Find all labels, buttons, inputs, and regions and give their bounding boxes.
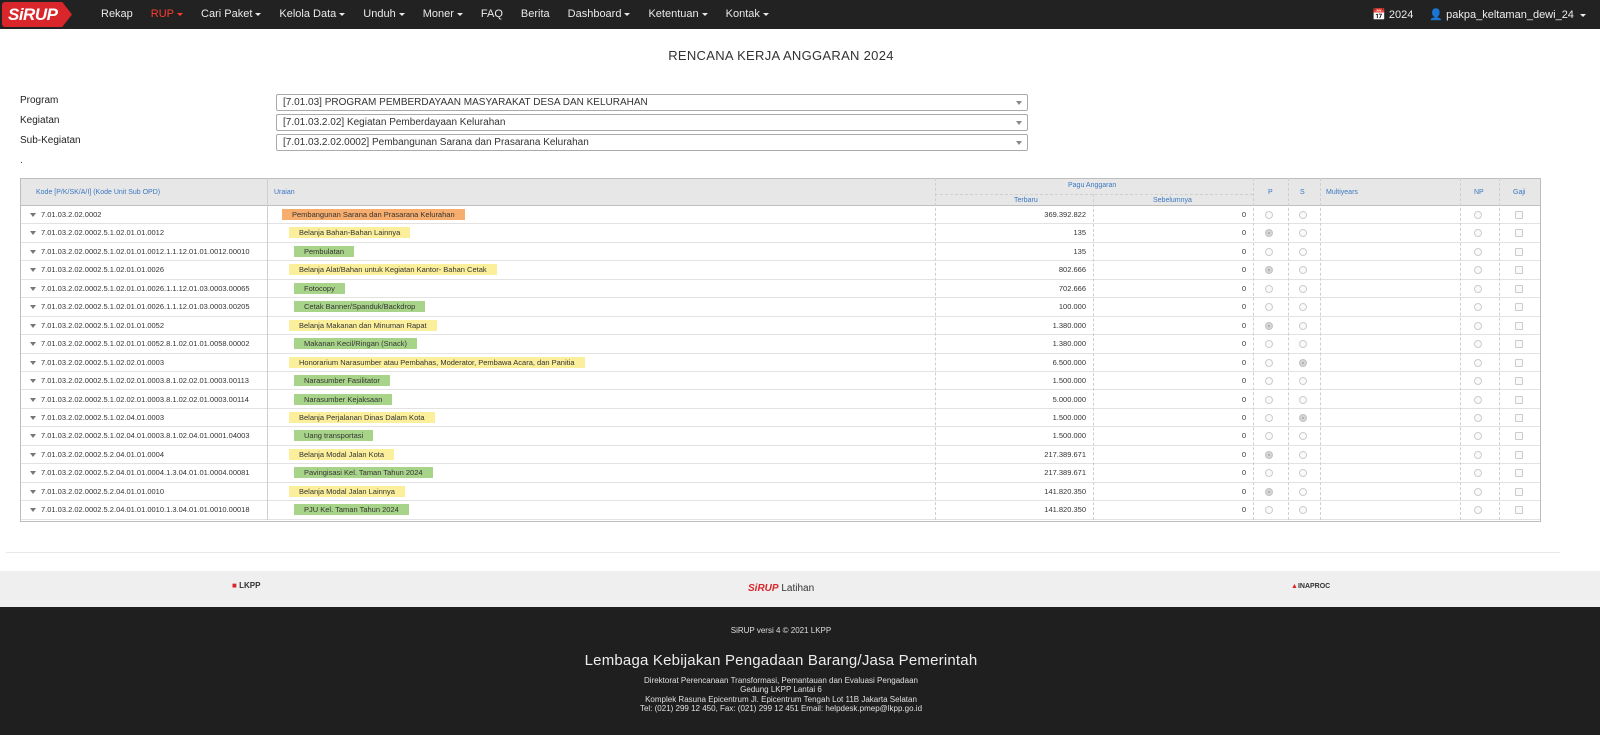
nav-item-label: Cari Paket [201,8,253,20]
column-divider [1499,178,1500,520]
logo-text: SiRUP [8,5,58,24]
column-divider [1093,194,1094,520]
footer-version: SiRUP versi 4 © 2021 LKPP [730,626,832,635]
chevron-down-icon [1016,101,1022,105]
inaproc-text: INAPROC [1297,583,1331,590]
sirup-logo[interactable]: SiRUP [0,0,82,29]
footer: SiRUP versi 4 © 2021 LKPP Lembaga Kebija… [0,607,1600,735]
nav-right: 📅 2024 👤 pakpa_keltaman_dewi_24 [1372,0,1586,29]
divider [6,552,1560,553]
nav-item-ketentuan[interactable]: Ketentuan [639,0,716,29]
column-divider [1253,178,1254,520]
lkpp-logo[interactable]: ■ LKPP [232,581,260,590]
user-menu[interactable]: 👤 pakpa_keltaman_dewi_24 [1429,8,1586,21]
chevron-down-icon [398,12,405,16]
chevron-down-icon [255,12,262,16]
sirup-latihan-logo[interactable]: SiRUP Latihan [748,583,814,594]
nav-item-berita[interactable]: Berita [512,0,559,29]
nav-item-label: Berita [520,8,550,20]
footer-org: Lembaga Kebijakan Pengadaan Barang/Jasa … [584,652,978,669]
nav-item-rekap[interactable]: Rekap [92,0,142,29]
footer-line3: Komplek Rasuna Epicentrum Jl. Epicentrum… [645,695,917,704]
inaproc-logo[interactable]: ▲INAPROC [1291,583,1330,590]
nav-item-label: Unduh [363,8,396,20]
nav-item-label: Kelola Data [279,8,337,20]
nav-item-label: Kontak [725,8,760,20]
partner-logos: ■ LKPP SiRUP Latihan ▲INAPROC [0,571,1600,607]
nav-item-kelola-data[interactable]: Kelola Data [270,0,354,29]
nav-item-label: Rekap [101,8,133,20]
kegiatan-label: Kegiatan [20,115,60,126]
nav-item-label: Ketentuan [648,8,699,20]
nav-item-faq[interactable]: FAQ [472,0,512,29]
chevron-down-icon [1580,13,1586,17]
program-select[interactable]: [7.01.03] PROGRAM PEMBERDAYAAN MASYARAKA… [276,94,1028,111]
nav-item-cari-paket[interactable]: Cari Paket [192,0,270,29]
column-divider [1320,178,1321,520]
table-border [20,178,1541,522]
chevron-down-icon [701,12,708,16]
year-label: 2024 [1388,9,1414,21]
chevron-down-icon [762,12,769,16]
chevron-down-icon [456,12,463,16]
footer-line4[interactable]: Tel: (021) 299 12 450, Fax: (021) 299 12… [0,704,1562,713]
sirup-suffix: Latihan [781,583,815,594]
year-selector[interactable]: 📅 2024 [1372,8,1413,21]
lkpp-logo-text: LKPP [239,581,261,590]
column-divider [267,178,268,520]
username-label: pakpa_keltaman_dewi_24 [1446,9,1574,21]
nav-item-dashboard[interactable]: Dashboard [559,0,640,29]
kegiatan-select[interactable]: [7.01.03.2.02] Kegiatan Pemberdayaan Kel… [276,114,1028,131]
chevron-down-icon [624,12,631,16]
subkegiatan-select[interactable]: [7.01.03.2.02.0002] Pembangunan Sarana d… [276,134,1028,151]
program-label: Program [20,95,59,106]
chevron-down-icon [1016,141,1022,145]
nav-item-label: FAQ [480,8,503,20]
nav-menu: Rekap RUP Cari Paket Kelola Data Unduh Moner F… [92,0,778,29]
filter-dot: . [20,155,23,166]
top-navbar: SiRUP Rekap RUP Cari Paket Kelola Data Unduh… [0,0,1600,29]
nav-item-label: RUP [150,8,175,20]
column-divider [1288,178,1289,520]
column-divider [935,178,936,520]
footer-line1: Direktorat Perencanaan Transformasi, Pem… [644,676,918,685]
chevron-down-icon [177,12,184,16]
column-divider [1460,178,1461,520]
kegiatan-select-value: [7.01.03.2.02] Kegiatan Pemberdayaan Kel… [283,117,506,128]
nav-item-unduh[interactable]: Unduh [354,0,413,29]
nav-item-rup[interactable]: RUP [142,0,192,29]
nav-item-label: Dashboard [567,8,622,20]
nav-item-moner[interactable]: Moner [414,0,472,29]
chevron-down-icon [1016,121,1022,125]
subkegiatan-label: Sub-Kegiatan [20,135,81,146]
footer-line2: Gedung LKPP Lantai 6 [740,685,822,694]
nav-item-kontak[interactable]: Kontak [717,0,778,29]
program-select-value: [7.01.03] PROGRAM PEMBERDAYAAN MASYARAKA… [283,97,648,108]
subkegiatan-select-value: [7.01.03.2.02.0002] Pembangunan Sarana d… [283,137,589,148]
sirup-brand: SiRUP [748,583,779,594]
page-title: RENCANA KERJA ANGGARAN 2024 [668,48,894,63]
nav-item-label: Moner [422,8,454,20]
header-subdivider [935,194,1253,195]
chevron-down-icon [339,12,346,16]
